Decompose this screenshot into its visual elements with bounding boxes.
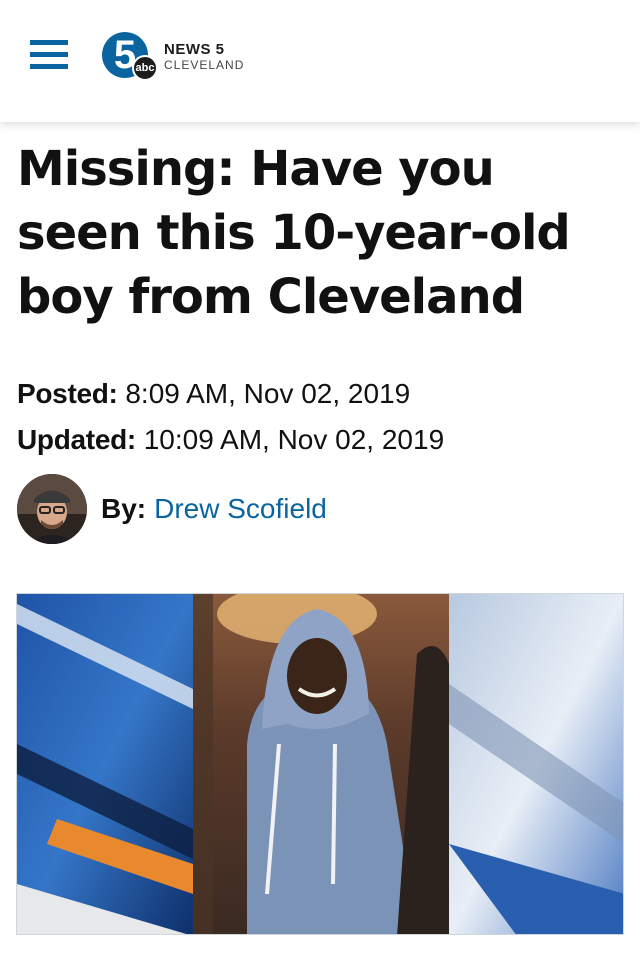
updated-label: Updated: — [17, 424, 136, 455]
logo-city: CLEVELAND — [164, 57, 245, 72]
author-link[interactable]: Drew Scofield — [154, 493, 327, 525]
updated-date: Updated: 10:09 AM, Nov 02, 2019 — [17, 424, 444, 456]
posted-value: 8:09 AM, Nov 02, 2019 — [125, 378, 411, 409]
logo-badge: 5 abc — [100, 31, 160, 81]
hamburger-menu-icon — [30, 39, 68, 69]
logo-network: abc — [132, 55, 158, 81]
article-lead-image[interactable] — [16, 593, 624, 935]
posted-label: Posted: — [17, 378, 118, 409]
byline: By: Drew Scofield — [17, 474, 327, 544]
author-avatar[interactable] — [17, 474, 87, 544]
station-logo[interactable]: 5 abc NEWS 5 CLEVELAND — [100, 30, 244, 82]
site-header: 5 abc NEWS 5 CLEVELAND — [0, 0, 640, 122]
updated-value: 10:09 AM, Nov 02, 2019 — [143, 424, 445, 455]
posted-date: Posted: 8:09 AM, Nov 02, 2019 — [17, 378, 410, 410]
menu-button[interactable] — [21, 28, 77, 80]
logo-station-name: NEWS 5 — [164, 40, 225, 58]
byline-label: By: — [101, 493, 147, 524]
article-headline: Missing: Have you seen this 10-year-old … — [17, 141, 571, 325]
